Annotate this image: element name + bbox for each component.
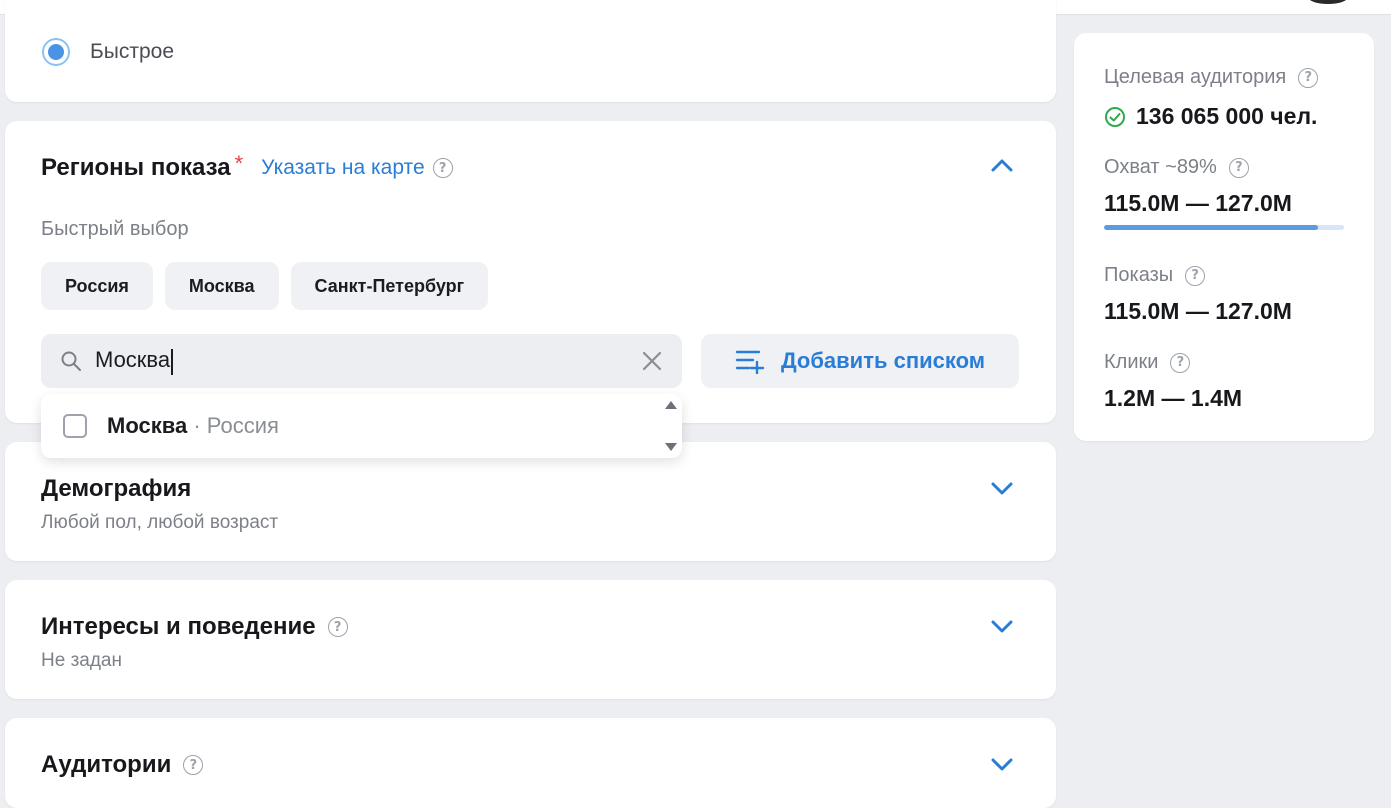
quick-select-chips: Россия Москва Санкт-Петербург (41, 262, 489, 310)
clicks-value: 1.2M — 1.4M (1104, 385, 1243, 411)
interests-header: Интересы и поведение ? (41, 613, 348, 641)
impressions-value: 115.0M — 127.0M (1104, 298, 1292, 324)
audience-value: 136 065 000 чел. (1104, 103, 1317, 130)
demography-card[interactable]: Демография Любой пол, любой возраст (5, 442, 1056, 561)
demography-subtitle: Любой пол, любой возраст (41, 512, 279, 533)
question-circle-icon[interactable]: ? (1170, 352, 1191, 373)
avatar[interactable] (1308, 0, 1348, 4)
search-icon (61, 351, 81, 371)
question-circle-icon[interactable]: ? (183, 755, 204, 775)
reach-progress-fill (1104, 225, 1318, 230)
regions-title: Регионы показа (41, 154, 231, 181)
impressions-label: Показы ? (1104, 264, 1206, 287)
question-circle-icon[interactable]: ? (1298, 67, 1319, 88)
question-circle-icon[interactable]: ? (327, 617, 348, 637)
clicks-label-text: Клики (1104, 351, 1159, 373)
reach-progress-bar (1104, 225, 1344, 230)
chip-moscow[interactable]: Москва (164, 262, 279, 310)
region-suggestions-dropdown: Москва · Россия (41, 394, 682, 458)
audiences-header: Аудитории ? (41, 751, 204, 779)
add-list-label: Добавить списком (780, 348, 986, 373)
add-list-button[interactable]: Добавить списком (701, 334, 1019, 388)
question-circle-icon[interactable]: ? (432, 158, 453, 178)
chip-spb[interactable]: Санкт-Петербург (290, 262, 489, 310)
speed-card: Быстрое (5, 0, 1056, 102)
audiences-title: Аудитории (41, 751, 172, 778)
interests-subtitle: Не задан (41, 650, 122, 671)
audience-label: Целевая аудитория ? (1104, 66, 1319, 89)
check-circle-icon (1105, 106, 1125, 127)
question-circle-icon[interactable]: ? (1185, 265, 1206, 286)
map-link[interactable]: Указать на карте (261, 156, 424, 180)
reach-value: 115.0M — 127.0M (1104, 190, 1292, 216)
regions-header: Регионы показа * Указать на карте ? (41, 151, 453, 182)
quick-select-label: Быстрый выбор (41, 218, 189, 240)
forecast-panel: Целевая аудитория ? 136 065 000 чел. Охв… (1074, 33, 1374, 441)
chevron-down-icon[interactable] (988, 474, 1016, 502)
scroll-down-arrow-icon[interactable] (664, 442, 678, 452)
demography-title: Демография (41, 475, 192, 502)
impressions-label-text: Показы (1104, 264, 1174, 286)
audience-value-text: 136 065 000 чел. (1136, 103, 1318, 129)
scroll-up-arrow-icon[interactable] (664, 400, 678, 410)
suggestion-checkbox[interactable] (63, 414, 87, 438)
reach-label: Охват ~89% ? (1104, 156, 1249, 179)
list-add-icon (735, 350, 765, 374)
radio-label: Быстрое (90, 40, 175, 63)
audiences-card[interactable]: Аудитории ? (5, 718, 1056, 808)
region-search-input[interactable]: Москва (41, 334, 682, 388)
speed-option-fast[interactable]: Быстрое (42, 38, 174, 66)
required-mark: * (234, 151, 244, 176)
audience-label-text: Целевая аудитория (1104, 66, 1287, 88)
suggestion-name: Москва (107, 413, 188, 438)
chevron-down-icon[interactable] (988, 612, 1016, 640)
interests-title: Интересы и поведение (41, 613, 316, 640)
suggestion-country: · Россия (193, 413, 279, 438)
chevron-up-icon[interactable] (988, 152, 1016, 180)
clicks-label: Клики ? (1104, 351, 1191, 374)
regions-card: Регионы показа * Указать на карте ? Быст… (5, 121, 1056, 423)
question-circle-icon[interactable]: ? (1228, 157, 1249, 178)
suggestion-item[interactable]: Москва · Россия (107, 413, 279, 439)
close-icon[interactable] (640, 349, 664, 373)
interests-card[interactable]: Интересы и поведение ? Не задан (5, 580, 1056, 699)
chevron-down-icon[interactable] (988, 750, 1016, 778)
chip-russia[interactable]: Россия (41, 262, 153, 310)
radio-button[interactable] (42, 38, 70, 66)
reach-label-text: Охват ~89% (1104, 156, 1217, 178)
region-search-value: Москва (95, 347, 171, 373)
